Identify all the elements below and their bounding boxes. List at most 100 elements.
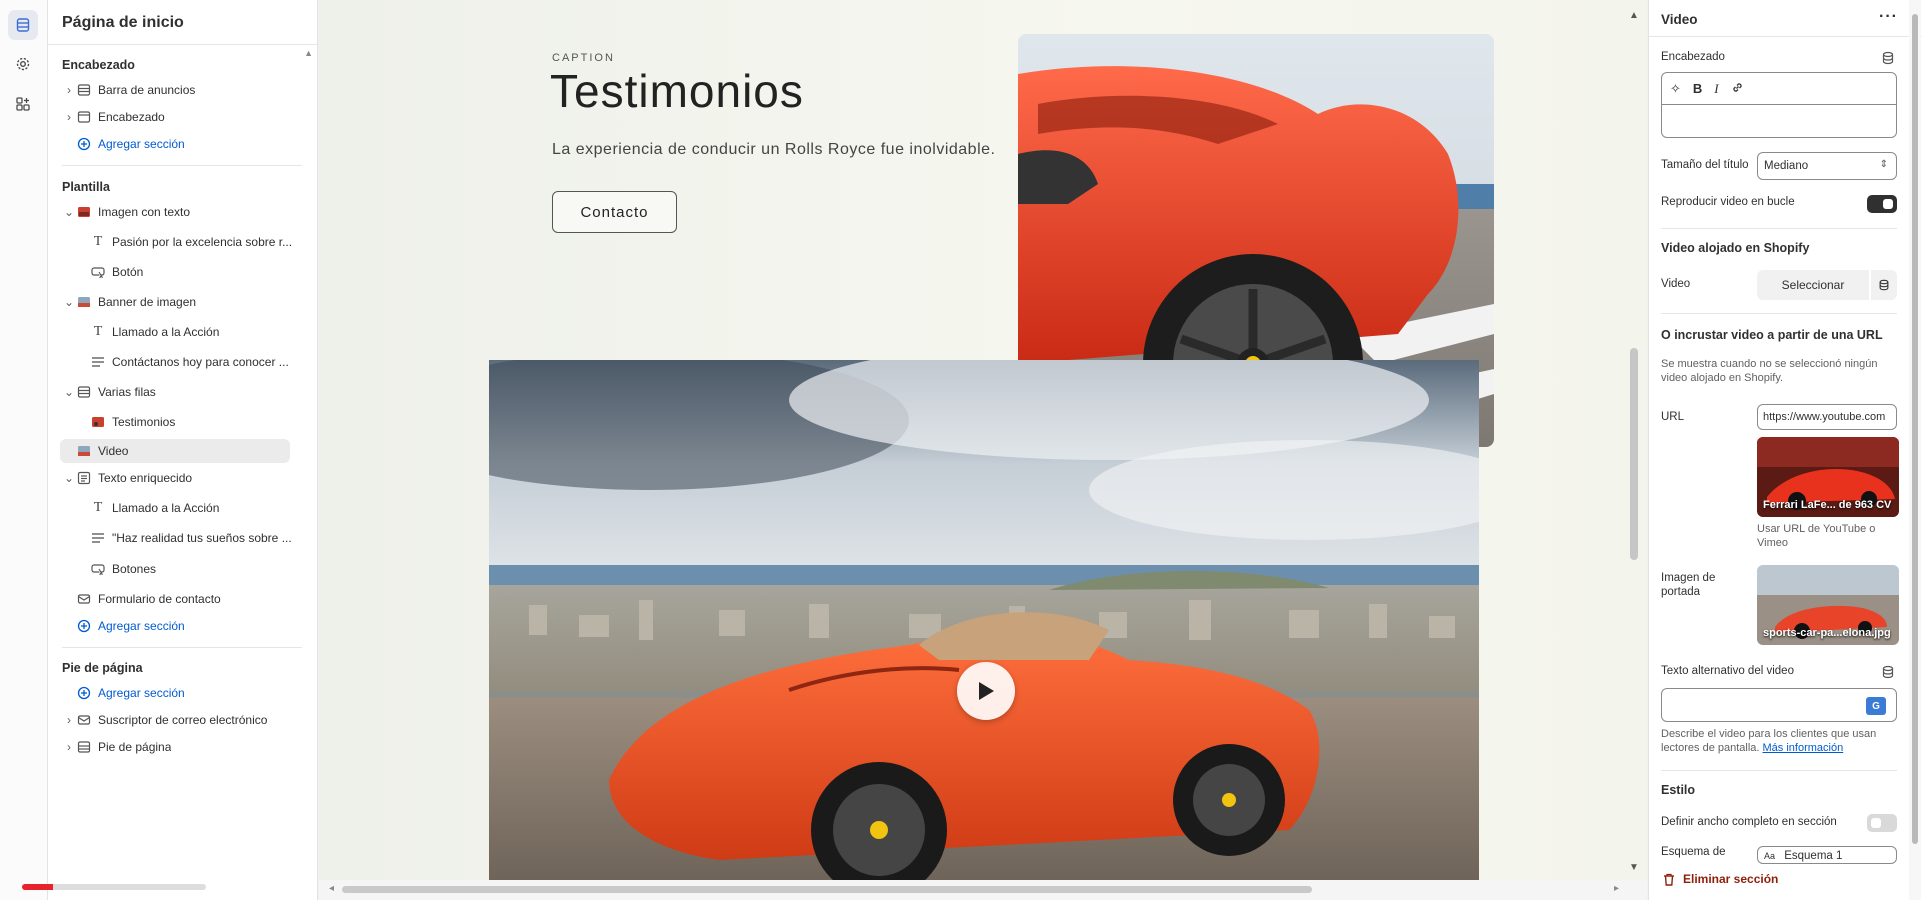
url-input[interactable] — [1757, 404, 1897, 430]
embed-url-heading: O incrustar video a partir de una URL — [1661, 328, 1883, 342]
alt-text-input[interactable]: G — [1661, 688, 1897, 722]
divider — [62, 165, 302, 166]
section-item-video[interactable]: Video — [60, 439, 290, 463]
sections-panel: Página de inicio ▲ Encabezado › Barra de… — [48, 0, 318, 900]
chevron-down-icon[interactable]: ⌄ — [62, 385, 76, 399]
loop-toggle[interactable] — [1867, 195, 1897, 213]
video-progress-bar[interactable] — [22, 884, 206, 890]
block-item-label: Botones — [112, 562, 157, 576]
section-item-image-banner[interactable]: ⌄ Banner de imagen — [48, 290, 298, 314]
link-icon[interactable] — [1731, 81, 1744, 97]
scrollbar-thumb[interactable] — [1912, 14, 1918, 844]
video-thumb-icon — [76, 444, 92, 458]
chevron-right-icon[interactable]: › — [62, 110, 76, 124]
sections-rail-button[interactable] — [8, 10, 38, 40]
block-item-button[interactable]: Botón — [48, 260, 298, 284]
section-item-footer[interactable]: › Pie de página — [48, 735, 298, 759]
block-item-row[interactable]: Testimonios — [48, 410, 298, 434]
color-scheme-select[interactable]: Aa Esquema 1 — [1757, 846, 1897, 864]
section-item-image-with-text[interactable]: ⌄ Imagen con texto — [48, 200, 298, 224]
color-scheme-value: Esquema 1 — [1784, 850, 1843, 862]
scroll-right-arrow-icon[interactable]: ▸ — [1614, 883, 1619, 894]
select-video-button[interactable]: Seleccionar — [1757, 270, 1869, 300]
translate-icon[interactable]: G — [1866, 697, 1886, 715]
chevron-down-icon[interactable]: ⌄ — [62, 205, 76, 219]
more-info-link[interactable]: Más información — [1763, 742, 1844, 754]
scroll-up-arrow-icon[interactable]: ▲ — [304, 48, 313, 58]
section-item-rich-text[interactable]: ⌄ Texto enriquecido — [48, 466, 298, 490]
database-icon[interactable] — [1881, 51, 1895, 65]
settings-scrollbar[interactable] — [1909, 0, 1921, 900]
magic-wand-icon[interactable]: ✧ — [1670, 81, 1681, 97]
footer-group-title: Pie de página — [62, 661, 143, 675]
section-item-announcement-bar[interactable]: › Barra de anuncios — [48, 78, 298, 102]
preview-vertical-scrollbar[interactable]: ▲ ▼ — [1624, 0, 1642, 880]
chevron-down-icon[interactable]: ⌄ — [62, 471, 76, 485]
title-size-select[interactable]: Mediano ⇕ — [1757, 152, 1897, 180]
divider — [48, 44, 317, 45]
scrollbar-thumb[interactable] — [1630, 348, 1638, 560]
cover-image-thumbnail[interactable]: sports-car-pa...elona.jpg — [1757, 565, 1899, 645]
add-section-footer-button[interactable]: Agregar sección — [48, 681, 298, 705]
full-width-toggle[interactable] — [1867, 814, 1897, 832]
database-icon[interactable] — [1881, 665, 1895, 679]
chevron-right-icon[interactable]: › — [62, 713, 76, 727]
apps-rail-button[interactable] — [8, 89, 38, 119]
database-icon — [1879, 279, 1889, 291]
scroll-up-arrow-icon[interactable]: ▲ — [1629, 10, 1639, 21]
apps-icon — [16, 97, 30, 111]
block-item-text[interactable]: T Pasión por la excelencia sobre r... — [48, 230, 298, 254]
bold-button[interactable]: B — [1693, 81, 1702, 96]
chevron-right-icon[interactable]: › — [62, 740, 76, 754]
section-heading: Testimonios — [550, 65, 804, 117]
button-icon — [90, 562, 106, 576]
section-item-multirow[interactable]: ⌄ Varias filas — [48, 380, 298, 404]
block-item-paragraph[interactable]: Contáctanos hoy para conocer ... — [48, 350, 298, 374]
add-section-label: Agregar sección — [98, 137, 185, 151]
play-icon — [979, 682, 994, 700]
image-thumb-icon — [76, 295, 92, 309]
shopify-video-heading: Video alojado en Shopify — [1661, 241, 1810, 255]
contact-button[interactable]: Contacto — [552, 191, 677, 233]
video-cover-image[interactable] — [489, 360, 1479, 880]
text-icon: T — [93, 234, 103, 249]
divider — [1661, 770, 1897, 771]
chevron-right-icon[interactable]: › — [62, 83, 76, 97]
delete-section-button[interactable]: Eliminar sección — [1663, 872, 1778, 886]
select-arrows-icon: ⇕ — [1879, 159, 1888, 170]
video-source-button[interactable] — [1871, 270, 1897, 300]
block-item-buttons[interactable]: Botones — [48, 557, 298, 581]
block-item-text[interactable]: T Llamado a la Acción — [48, 320, 298, 344]
header-group-title: Encabezado — [62, 58, 135, 72]
more-actions-icon[interactable]: ··· — [1879, 8, 1898, 26]
play-button[interactable] — [957, 662, 1015, 720]
block-item-label: "Haz realidad tus sueños sobre ... — [112, 531, 292, 545]
heading-label: Encabezado — [1661, 51, 1725, 63]
scrollbar-thumb[interactable] — [342, 886, 1312, 893]
block-item-text[interactable]: T Llamado a la Acción — [48, 496, 298, 520]
block-item-paragraph[interactable]: "Haz realidad tus sueños sobre ... — [48, 526, 298, 550]
section-item-header[interactable]: › Encabezado — [48, 105, 298, 129]
text-icon: T — [93, 324, 103, 339]
section-item-label: Varias filas — [98, 385, 156, 399]
add-section-template-button[interactable]: Agregar sección — [48, 614, 298, 638]
section-item-contact-form[interactable]: Formulario de contacto — [48, 587, 298, 611]
scheme-icon: Aa — [1764, 851, 1776, 861]
heading-rich-text-editor[interactable]: ✧ B I — [1661, 72, 1897, 138]
section-item-label: Barra de anuncios — [98, 83, 196, 97]
header-layout-icon — [76, 110, 92, 124]
add-section-header-button[interactable]: Agregar sección — [48, 132, 298, 156]
chevron-down-icon[interactable]: ⌄ — [62, 295, 76, 309]
section-item-newsletter[interactable]: › Suscriptor de correo electrónico — [48, 708, 298, 732]
gear-icon — [16, 57, 30, 71]
theme-settings-rail-button[interactable] — [8, 49, 38, 79]
url-video-thumbnail: Ferrari LaFe... de 963 CV — [1757, 437, 1899, 517]
block-item-label: Botón — [112, 265, 144, 279]
scroll-down-arrow-icon[interactable]: ▼ — [1629, 862, 1639, 873]
settings-title: Video — [1661, 12, 1698, 27]
preview-horizontal-scrollbar[interactable]: ◂ ▸ — [319, 880, 1647, 900]
italic-button[interactable]: I — [1714, 81, 1718, 97]
city-car-illustration — [489, 360, 1479, 880]
paragraph-icon — [90, 531, 106, 545]
scroll-left-arrow-icon[interactable]: ◂ — [329, 883, 334, 894]
